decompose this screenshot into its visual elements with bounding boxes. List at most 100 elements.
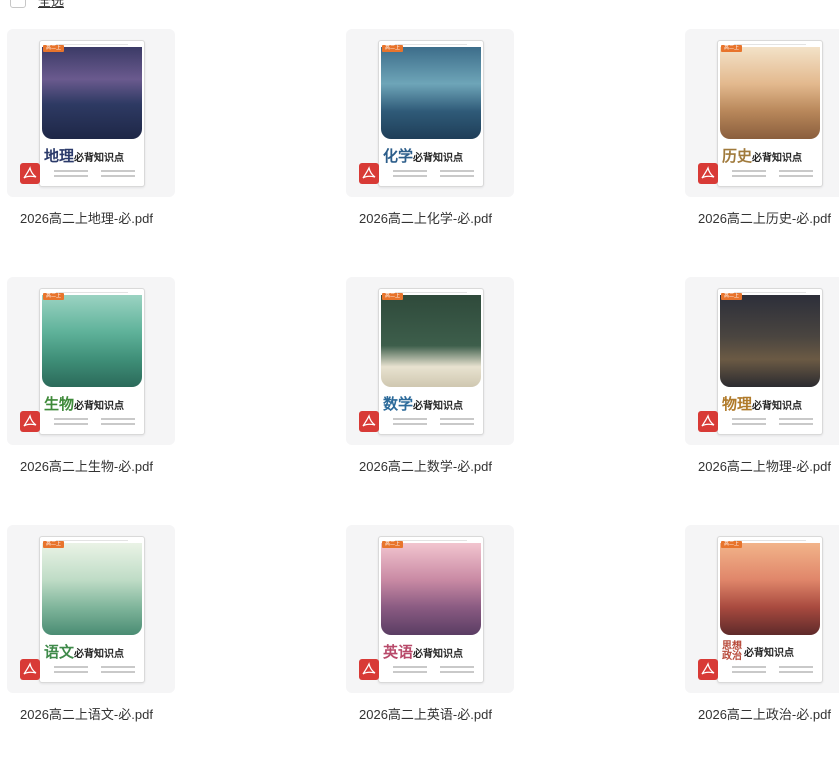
bullet-line (54, 175, 144, 177)
divider (56, 292, 128, 293)
select-all-label[interactable]: 全选 (38, 0, 64, 10)
cover-title: 英语必背知识点 (383, 641, 463, 662)
cover-title: 思想政治 必背知识点 (722, 641, 794, 662)
cover-subtitle: 必背知识点 (752, 401, 803, 412)
cover-illustration (720, 543, 820, 635)
pdf-icon (698, 411, 718, 432)
file-name[interactable]: 2026高二上物理-必.pdf (698, 456, 831, 475)
file-item[interactable]: 高二上 化学必背知识点 2026高二上化学-必.pdf (346, 29, 514, 226)
file-thumbnail[interactable]: 高二上 历史必背知识点 (685, 29, 839, 197)
pdf-cover: 高二上 英语必背知识点 (378, 536, 484, 683)
bullet-line (393, 423, 483, 425)
file-name[interactable]: 2026高二上语文-必.pdf (20, 704, 153, 723)
divider (734, 44, 806, 45)
grade-badge: 高二上 (43, 541, 65, 548)
bullet-line (54, 666, 144, 668)
file-thumbnail[interactable]: 高二上 思想政治 必背知识点 (685, 525, 839, 693)
cover-title: 生物必背知识点 (44, 393, 124, 414)
cover-title: 地理必背知识点 (44, 145, 124, 166)
cover-illustration (381, 47, 481, 139)
file-thumbnail[interactable]: 高二上 生物必背知识点 (7, 277, 175, 445)
file-thumbnail[interactable]: 高二上 物理必背知识点 (685, 277, 839, 445)
divider (56, 540, 128, 541)
divider (395, 44, 467, 45)
file-thumbnail[interactable]: 高二上 语文必背知识点 (7, 525, 175, 693)
pdf-cover: 高二上 地理必背知识点 (39, 40, 145, 187)
file-name[interactable]: 2026高二上地理-必.pdf (20, 208, 153, 227)
file-item[interactable]: 高二上 历史必背知识点 2026高二上历史-必.pdf (685, 29, 839, 226)
pdf-glyph (362, 414, 376, 427)
pdf-glyph (701, 414, 715, 427)
pdf-icon (20, 163, 40, 184)
cover-illustration (720, 295, 820, 387)
bullet-line (54, 418, 144, 420)
cover-bullets (393, 167, 483, 180)
subject-name: 历史 (722, 147, 753, 165)
file-name[interactable]: 2026高二上英语-必.pdf (359, 704, 492, 723)
cover-bullets (54, 167, 144, 180)
bullet-line (393, 418, 483, 420)
grade-badge: 高二上 (382, 541, 404, 548)
subject-name: 物理 (722, 395, 753, 413)
file-name[interactable]: 2026高二上化学-必.pdf (359, 208, 492, 227)
cover-bullets (393, 415, 483, 428)
cover-bullets (732, 167, 822, 180)
pdf-cover: 高二上 历史必背知识点 (717, 40, 823, 187)
grade-badge: 高二上 (721, 45, 743, 52)
file-name[interactable]: 2026高二上历史-必.pdf (698, 208, 831, 227)
grade-badge: 高二上 (721, 541, 743, 548)
cover-illustration (381, 295, 481, 387)
grade-badge: 高二上 (43, 293, 65, 300)
file-item[interactable]: 高二上 地理必背知识点 2026高二上地理-必.pdf (7, 29, 175, 226)
select-all-checkbox[interactable] (10, 0, 26, 8)
pdf-glyph (362, 166, 376, 179)
cover-subtitle: 必背知识点 (74, 401, 125, 412)
file-item[interactable]: 高二上 物理必背知识点 2026高二上物理-必.pdf (685, 277, 839, 474)
file-item[interactable]: 高二上 语文必背知识点 2026高二上语文-必.pdf (7, 525, 175, 722)
file-thumbnail[interactable]: 高二上 化学必背知识点 (346, 29, 514, 197)
file-item[interactable]: 高二上 生物必背知识点 2026高二上生物-必.pdf (7, 277, 175, 474)
bullet-line (393, 175, 483, 177)
file-name[interactable]: 2026高二上数学-必.pdf (359, 456, 492, 475)
cover-title: 语文必背知识点 (44, 641, 124, 662)
cover-title: 数学必背知识点 (383, 393, 463, 414)
file-thumbnail[interactable]: 高二上 地理必背知识点 (7, 29, 175, 197)
bullet-line (393, 666, 483, 668)
cover-illustration (42, 47, 142, 139)
cover-bullets (54, 663, 144, 676)
cover-bullets (732, 663, 822, 676)
cover-subtitle: 必背知识点 (413, 649, 464, 660)
cover-title: 物理必背知识点 (722, 393, 802, 414)
pdf-icon (359, 411, 379, 432)
pdf-cover: 高二上 语文必背知识点 (39, 536, 145, 683)
divider (56, 44, 128, 45)
file-name[interactable]: 2026高二上政治-必.pdf (698, 704, 831, 723)
pdf-cover: 高二上 物理必背知识点 (717, 288, 823, 435)
grade-badge: 高二上 (382, 293, 404, 300)
file-thumbnail[interactable]: 高二上 数学必背知识点 (346, 277, 514, 445)
cover-title: 化学必背知识点 (383, 145, 463, 166)
pdf-glyph (362, 662, 376, 675)
bullet-line (732, 423, 822, 425)
file-item[interactable]: 高二上 英语必背知识点 2026高二上英语-必.pdf (346, 525, 514, 722)
file-item[interactable]: 高二上 思想政治 必背知识点 2026高二上政治-必.pdf (685, 525, 839, 722)
subject-name: 地理 (44, 147, 75, 165)
pdf-icon (20, 411, 40, 432)
cover-illustration (42, 543, 142, 635)
divider (734, 540, 806, 541)
pdf-glyph (23, 166, 37, 179)
bullet-line (393, 671, 483, 673)
subject-name: 数学 (383, 395, 414, 413)
cover-subtitle: 必背知识点 (752, 153, 803, 164)
file-name[interactable]: 2026高二上生物-必.pdf (20, 456, 153, 475)
file-thumbnail[interactable]: 高二上 英语必背知识点 (346, 525, 514, 693)
bullet-line (54, 170, 144, 172)
subject-name: 英语 (383, 643, 414, 661)
grade-badge: 高二上 (721, 293, 743, 300)
pdf-glyph (701, 662, 715, 675)
divider (395, 292, 467, 293)
pdf-cover: 高二上 数学必背知识点 (378, 288, 484, 435)
divider (395, 540, 467, 541)
file-item[interactable]: 高二上 数学必背知识点 2026高二上数学-必.pdf (346, 277, 514, 474)
pdf-cover: 高二上 生物必背知识点 (39, 288, 145, 435)
